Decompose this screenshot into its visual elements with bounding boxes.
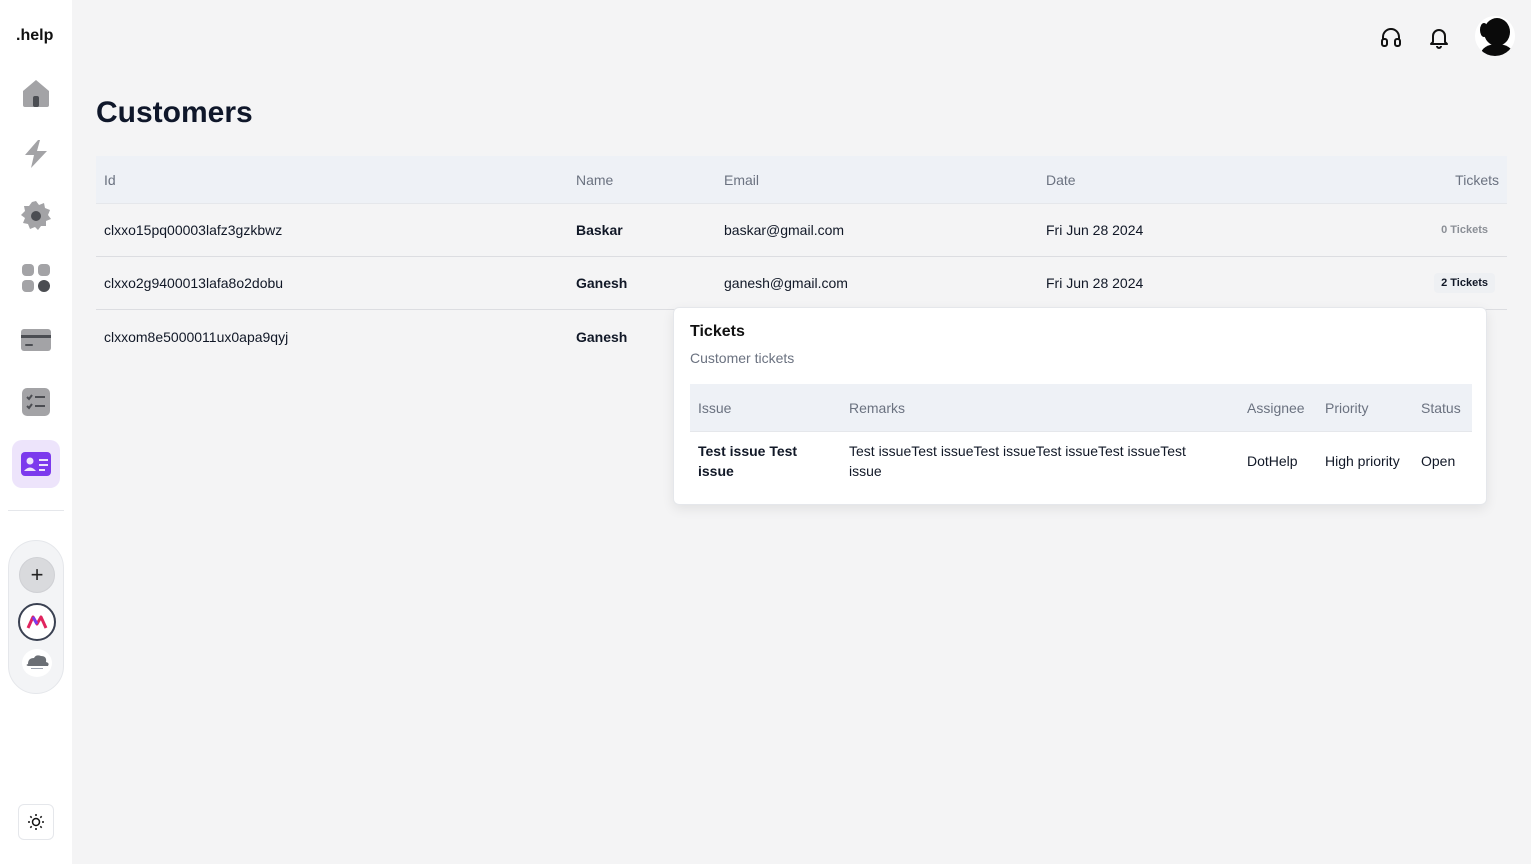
tickets-table: Issue Remarks Assignee Priority Status T… [690, 384, 1472, 490]
sidebar-item-billing[interactable] [12, 316, 60, 364]
sun-icon [28, 814, 44, 830]
cell-tickets: 0 Tickets [1434, 204, 1495, 256]
workspace-switcher: + [8, 540, 64, 694]
cell-tickets: 2 Tickets [1434, 257, 1495, 309]
header-date: Date [1046, 171, 1076, 188]
header-remarks: Remarks [849, 399, 906, 416]
cell-name: Ganesh [576, 275, 628, 291]
header-id: Id [104, 171, 116, 188]
cell-email: baskar@gmail.com [724, 222, 845, 238]
cell-id: clxxo2g9400013lafa8o2dobu [104, 275, 284, 291]
notifications-button[interactable] [1424, 22, 1454, 52]
card-icon [21, 329, 51, 351]
sidebar-item-home[interactable] [12, 69, 60, 117]
brand-logo[interactable]: .help [16, 27, 53, 45]
table-header: Id Name Email Date Tickets [96, 156, 1507, 204]
header-priority: Priority [1325, 399, 1369, 416]
avatar-silhouette-icon [1475, 16, 1515, 56]
sidebar: .help + [0, 0, 72, 864]
tickets-button[interactable]: 2 Tickets [1434, 273, 1495, 293]
ticket-row[interactable]: Test issue Test issue Test issueTest iss… [690, 432, 1472, 490]
bolt-icon [25, 140, 47, 168]
cell-id: clxxo15pq00003lafz3gzkbwz [104, 222, 283, 238]
cell-assignee: DotHelp [1247, 453, 1298, 469]
table-row[interactable]: clxxo2g9400013lafa8o2dobu Ganesh ganesh@… [96, 257, 1507, 310]
tickets-button[interactable]: 0 Tickets [1434, 220, 1495, 240]
contact-card-icon [21, 452, 51, 476]
sidebar-item-customers[interactable] [12, 440, 60, 488]
theme-toggle-button[interactable] [18, 804, 54, 840]
sidebar-item-tasks[interactable] [12, 378, 60, 426]
header-tickets: Tickets [1455, 171, 1499, 188]
workspace-logo-m[interactable] [18, 603, 56, 641]
workspace-logo-cloud[interactable] [22, 649, 52, 677]
gear-icon [21, 201, 51, 230]
checklist-icon [22, 388, 50, 416]
cell-status: Open [1421, 453, 1456, 469]
user-avatar[interactable] [1475, 16, 1515, 56]
header-name: Name [576, 171, 614, 188]
cell-date: Fri Jun 28 2024 [1046, 222, 1144, 238]
popover-subtitle: Customer tickets [690, 350, 795, 366]
table-row[interactable]: clxxo15pq00003lafz3gzkbwz Baskar baskar@… [96, 204, 1507, 257]
cell-remarks: Test issueTest issueTest issueTest issue… [849, 443, 1186, 479]
cell-priority: High priority [1325, 453, 1400, 469]
cell-date: Fri Jun 28 2024 [1046, 275, 1144, 291]
cell-name: Baskar [576, 222, 623, 238]
cloud-logo-icon [26, 655, 49, 669]
cell-name: Ganesh [576, 328, 628, 345]
header-status: Status [1421, 399, 1461, 416]
popover-title: Tickets [690, 323, 745, 340]
bell-icon [1430, 29, 1448, 49]
sidebar-item-settings[interactable] [12, 192, 60, 240]
grid-icon [22, 264, 50, 292]
header-assignee: Assignee [1247, 399, 1305, 416]
cell-issue: Test issue Test issue [698, 443, 798, 479]
tickets-popover: Tickets Customer tickets Issue Remarks A… [673, 307, 1487, 505]
cell-id: clxxom8e5000011ux0apa9qyj [104, 328, 289, 345]
cell-email: ganesh@gmail.com [724, 275, 848, 291]
sidebar-item-automation[interactable] [12, 130, 60, 178]
sidebar-divider [8, 510, 64, 511]
page-title: Customers [96, 96, 253, 129]
support-button[interactable] [1376, 22, 1406, 52]
m-logo-icon [26, 615, 48, 629]
add-workspace-button[interactable]: + [19, 557, 55, 593]
home-icon [23, 80, 49, 107]
header-issue: Issue [698, 399, 732, 416]
tickets-table-header: Issue Remarks Assignee Priority Status [690, 384, 1472, 432]
sidebar-item-apps[interactable] [12, 254, 60, 302]
headphones-icon [1381, 28, 1401, 47]
header-email: Email [724, 171, 760, 188]
